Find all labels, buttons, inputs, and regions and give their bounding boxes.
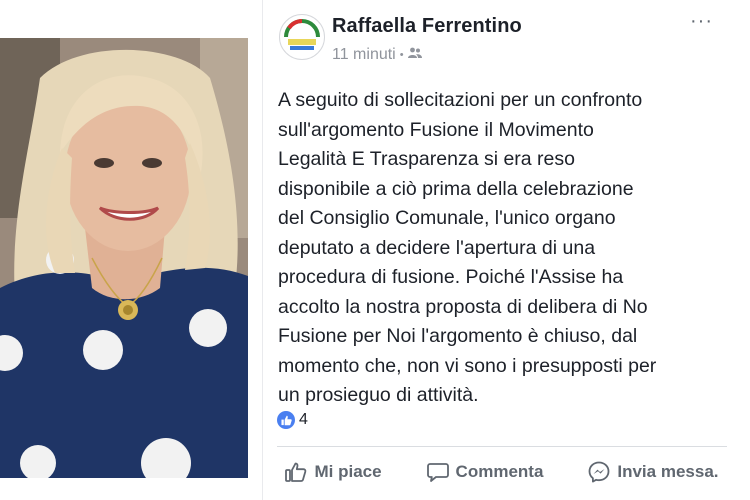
profile-photo — [0, 38, 248, 478]
friends-icon — [407, 46, 422, 64]
post-text: A seguito di sollecitazioni per un confr… — [278, 89, 657, 406]
comment-icon — [426, 462, 449, 482]
messenger-icon — [588, 461, 610, 483]
post-timestamp[interactable]: 11 minuti — [332, 46, 396, 64]
thumbs-up-icon — [285, 462, 307, 482]
post-actions: Mi piace Commenta Invia messa. — [263, 454, 741, 490]
facebook-post: Raffaella Ferrentino 11 minuti • ··· A s… — [262, 0, 741, 500]
more-options-button[interactable]: ··· — [690, 10, 713, 33]
actions-divider — [277, 446, 727, 447]
reactions-summary[interactable]: 4 — [277, 411, 308, 429]
reaction-count: 4 — [299, 411, 308, 428]
send-message-button[interactable]: Invia messa. — [588, 461, 719, 483]
meta-separator: • — [399, 49, 404, 61]
send-message-label: Invia messa. — [617, 462, 719, 481]
like-button[interactable]: Mi piace — [285, 462, 382, 482]
comment-label: Commenta — [455, 462, 544, 481]
like-label: Mi piace — [314, 462, 382, 481]
post-meta: 11 minuti • — [332, 46, 422, 64]
comment-button[interactable]: Commenta — [426, 462, 544, 482]
like-reaction-icon — [277, 411, 295, 429]
author-avatar[interactable] — [279, 14, 325, 60]
author-name[interactable]: Raffaella Ferrentino — [332, 15, 522, 38]
